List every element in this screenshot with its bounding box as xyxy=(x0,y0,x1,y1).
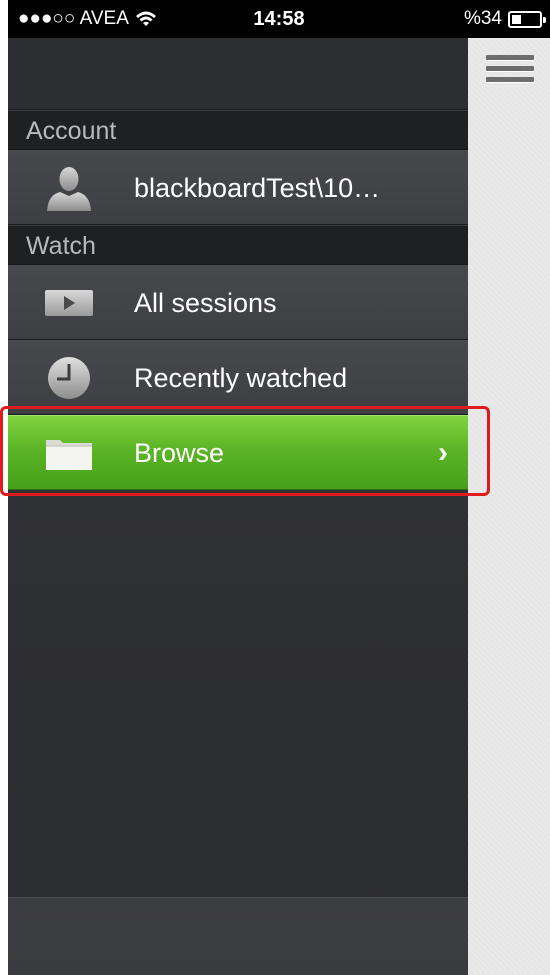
battery-icon xyxy=(508,10,546,28)
menu-item-label: Recently watched xyxy=(134,363,348,393)
status-bar: ●●●○○ AVEA 14:58 %34 xyxy=(8,0,550,38)
clock-icon xyxy=(48,357,90,399)
user-silhouette-icon xyxy=(47,167,91,211)
hamburger-menu-icon[interactable] xyxy=(486,55,534,95)
folder-icon xyxy=(46,440,92,470)
hamburger-line xyxy=(486,55,534,60)
phone-screen: ●●●○○ AVEA 14:58 %34 Account blackboardT… xyxy=(8,0,550,975)
chevron-right-icon: › xyxy=(438,436,448,469)
menu-item-label: blackboardTest\10… xyxy=(134,173,381,203)
menu-item-recently-watched[interactable]: Recently watched xyxy=(8,340,468,415)
menu-item-all-sessions[interactable]: All sessions xyxy=(8,265,468,340)
hamburger-line xyxy=(486,77,534,82)
section-header-account: Account xyxy=(8,110,468,150)
section-header-watch: Watch xyxy=(8,225,468,265)
hamburger-line xyxy=(486,66,534,71)
menu-item-account-user[interactable]: blackboardTest\10… xyxy=(8,150,468,225)
menu-item-label: Browse xyxy=(134,438,225,468)
battery-percentage: %34 xyxy=(463,8,502,29)
battery-indicator: %34 xyxy=(463,8,546,30)
battery-fill xyxy=(512,14,521,24)
menu-bottom-bar xyxy=(8,897,468,975)
menu-item-browse[interactable]: Browse › xyxy=(8,415,468,490)
main-content-panel[interactable] xyxy=(468,38,550,975)
menu-item-label: All sessions xyxy=(134,288,277,318)
side-menu: Account blackboardTest\10… Watch All ses… xyxy=(8,38,468,975)
play-video-icon xyxy=(45,290,93,316)
menu-top-bar xyxy=(8,38,468,110)
